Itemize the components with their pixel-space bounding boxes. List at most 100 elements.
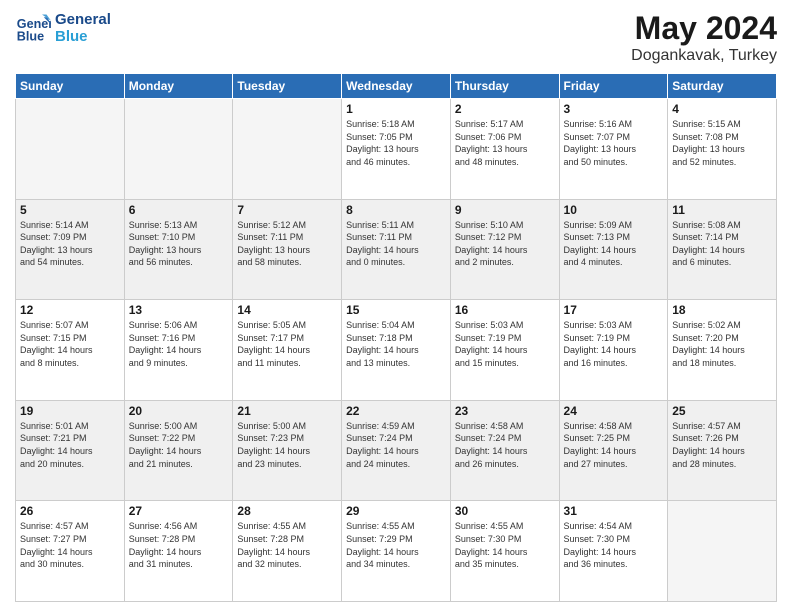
weekday-header-thursday: Thursday	[450, 74, 559, 99]
logo-icon: General Blue	[15, 10, 51, 46]
weekday-header-row: SundayMondayTuesdayWednesdayThursdayFrid…	[16, 74, 777, 99]
calendar-cell: 16 Sunrise: 5:03 AM Sunset: 7:19 PM Dayli…	[450, 300, 559, 401]
day-info: Sunrise: 5:09 AM Sunset: 7:13 PM Dayligh…	[564, 219, 664, 269]
day-number: 29	[346, 504, 446, 518]
calendar-cell: 21 Sunrise: 5:00 AM Sunset: 7:23 PM Dayli…	[233, 400, 342, 501]
svg-text:Blue: Blue	[17, 30, 44, 44]
weekday-header-friday: Friday	[559, 74, 668, 99]
header: General Blue General Blue May 2024 Dogan…	[15, 10, 777, 65]
day-info: Sunrise: 5:00 AM Sunset: 7:22 PM Dayligh…	[129, 420, 229, 470]
weekday-header-tuesday: Tuesday	[233, 74, 342, 99]
day-number: 28	[237, 504, 337, 518]
day-number: 8	[346, 203, 446, 217]
day-info: Sunrise: 4:55 AM Sunset: 7:29 PM Dayligh…	[346, 520, 446, 570]
day-info: Sunrise: 5:12 AM Sunset: 7:11 PM Dayligh…	[237, 219, 337, 269]
calendar-table: SundayMondayTuesdayWednesdayThursdayFrid…	[15, 73, 777, 602]
calendar-cell: 3Sunrise: 5:16 AM Sunset: 7:07 PM Daylig…	[559, 99, 668, 200]
calendar-cell: 22Sunrise: 4:59 AM Sunset: 7:24 PM Dayli…	[342, 400, 451, 501]
calendar-cell: 5 Sunrise: 5:14 AM Sunset: 7:09 PM Daylig…	[16, 199, 125, 300]
day-info: Sunrise: 4:55 AM Sunset: 7:30 PM Dayligh…	[455, 520, 555, 570]
calendar-cell	[124, 99, 233, 200]
day-info: Sunrise: 5:05 AM Sunset: 7:17 PM Dayligh…	[237, 319, 337, 369]
calendar-cell: 4 Sunrise: 5:15 AM Sunset: 7:08 PM Daylig…	[668, 99, 777, 200]
day-number: 9	[455, 203, 555, 217]
day-info: Sunrise: 5:00 AM Sunset: 7:23 PM Dayligh…	[237, 420, 337, 470]
day-info: Sunrise: 4:58 AM Sunset: 7:25 PM Dayligh…	[564, 420, 664, 470]
day-info: Sunrise: 5:01 AM Sunset: 7:21 PM Dayligh…	[20, 420, 120, 470]
calendar-cell: 15 Sunrise: 5:04 AM Sunset: 7:18 PM Dayli…	[342, 300, 451, 401]
calendar-cell: 29 Sunrise: 4:55 AM Sunset: 7:29 PM Dayli…	[342, 501, 451, 602]
logo-text: General Blue	[55, 11, 111, 45]
calendar-cell: 27Sunrise: 4:56 AM Sunset: 7:28 PM Dayli…	[124, 501, 233, 602]
calendar-title: May 2024	[631, 10, 777, 47]
day-info: Sunrise: 5:18 AM Sunset: 7:05 PM Dayligh…	[346, 118, 446, 168]
day-info: Sunrise: 5:10 AM Sunset: 7:12 PM Dayligh…	[455, 219, 555, 269]
day-number: 4	[672, 102, 772, 116]
calendar-cell	[668, 501, 777, 602]
weekday-header-saturday: Saturday	[668, 74, 777, 99]
day-info: Sunrise: 5:06 AM Sunset: 7:16 PM Dayligh…	[129, 319, 229, 369]
calendar-cell: 11 Sunrise: 5:08 AM Sunset: 7:14 PM Dayli…	[668, 199, 777, 300]
day-number: 13	[129, 303, 229, 317]
calendar-cell: 7Sunrise: 5:12 AM Sunset: 7:11 PM Daylig…	[233, 199, 342, 300]
day-number: 21	[237, 404, 337, 418]
calendar-page: General Blue General Blue May 2024 Dogan…	[0, 0, 792, 612]
calendar-cell: 25Sunrise: 4:57 AM Sunset: 7:26 PM Dayli…	[668, 400, 777, 501]
day-number: 26	[20, 504, 120, 518]
day-info: Sunrise: 4:56 AM Sunset: 7:28 PM Dayligh…	[129, 520, 229, 570]
day-info: Sunrise: 4:58 AM Sunset: 7:24 PM Dayligh…	[455, 420, 555, 470]
calendar-cell: 20 Sunrise: 5:00 AM Sunset: 7:22 PM Dayli…	[124, 400, 233, 501]
calendar-cell: 14 Sunrise: 5:05 AM Sunset: 7:17 PM Dayli…	[233, 300, 342, 401]
calendar-cell: 24 Sunrise: 4:58 AM Sunset: 7:25 PM Dayli…	[559, 400, 668, 501]
calendar-cell: 10Sunrise: 5:09 AM Sunset: 7:13 PM Dayli…	[559, 199, 668, 300]
day-number: 6	[129, 203, 229, 217]
day-info: Sunrise: 5:14 AM Sunset: 7:09 PM Dayligh…	[20, 219, 120, 269]
calendar-subtitle: Dogankavak, Turkey	[631, 47, 777, 65]
day-info: Sunrise: 5:15 AM Sunset: 7:08 PM Dayligh…	[672, 118, 772, 168]
calendar-cell	[16, 99, 125, 200]
day-number: 5	[20, 203, 120, 217]
day-info: Sunrise: 4:55 AM Sunset: 7:28 PM Dayligh…	[237, 520, 337, 570]
weekday-header-sunday: Sunday	[16, 74, 125, 99]
day-number: 11	[672, 203, 772, 217]
logo: General Blue General Blue	[15, 10, 111, 46]
day-number: 23	[455, 404, 555, 418]
day-number: 24	[564, 404, 664, 418]
calendar-cell	[233, 99, 342, 200]
calendar-cell: 19Sunrise: 5:01 AM Sunset: 7:21 PM Dayli…	[16, 400, 125, 501]
day-number: 31	[564, 504, 664, 518]
day-number: 15	[346, 303, 446, 317]
calendar-cell: 31 Sunrise: 4:54 AM Sunset: 7:30 PM Dayli…	[559, 501, 668, 602]
day-info: Sunrise: 5:04 AM Sunset: 7:18 PM Dayligh…	[346, 319, 446, 369]
calendar-cell: 2Sunrise: 5:17 AM Sunset: 7:06 PM Daylig…	[450, 99, 559, 200]
calendar-cell: 17Sunrise: 5:03 AM Sunset: 7:19 PM Dayli…	[559, 300, 668, 401]
day-info: Sunrise: 5:13 AM Sunset: 7:10 PM Dayligh…	[129, 219, 229, 269]
calendar-cell: 6 Sunrise: 5:13 AM Sunset: 7:10 PM Daylig…	[124, 199, 233, 300]
calendar-cell: 9 Sunrise: 5:10 AM Sunset: 7:12 PM Daylig…	[450, 199, 559, 300]
calendar-cell: 23 Sunrise: 4:58 AM Sunset: 7:24 PM Dayli…	[450, 400, 559, 501]
week-row-2: 5 Sunrise: 5:14 AM Sunset: 7:09 PM Daylig…	[16, 199, 777, 300]
calendar-cell: 18 Sunrise: 5:02 AM Sunset: 7:20 PM Dayli…	[668, 300, 777, 401]
day-info: Sunrise: 5:03 AM Sunset: 7:19 PM Dayligh…	[455, 319, 555, 369]
day-number: 20	[129, 404, 229, 418]
weekday-header-monday: Monday	[124, 74, 233, 99]
day-number: 30	[455, 504, 555, 518]
day-number: 16	[455, 303, 555, 317]
day-info: Sunrise: 4:54 AM Sunset: 7:30 PM Dayligh…	[564, 520, 664, 570]
week-row-1: 1 Sunrise: 5:18 AM Sunset: 7:05 PM Daylig…	[16, 99, 777, 200]
calendar-cell: 1 Sunrise: 5:18 AM Sunset: 7:05 PM Daylig…	[342, 99, 451, 200]
day-number: 18	[672, 303, 772, 317]
day-info: Sunrise: 5:02 AM Sunset: 7:20 PM Dayligh…	[672, 319, 772, 369]
calendar-cell: 30 Sunrise: 4:55 AM Sunset: 7:30 PM Dayli…	[450, 501, 559, 602]
day-number: 1	[346, 102, 446, 116]
day-info: Sunrise: 5:11 AM Sunset: 7:11 PM Dayligh…	[346, 219, 446, 269]
day-info: Sunrise: 4:57 AM Sunset: 7:26 PM Dayligh…	[672, 420, 772, 470]
day-number: 2	[455, 102, 555, 116]
day-number: 14	[237, 303, 337, 317]
day-info: Sunrise: 5:07 AM Sunset: 7:15 PM Dayligh…	[20, 319, 120, 369]
weekday-header-wednesday: Wednesday	[342, 74, 451, 99]
day-info: Sunrise: 4:59 AM Sunset: 7:24 PM Dayligh…	[346, 420, 446, 470]
title-block: May 2024 Dogankavak, Turkey	[631, 10, 777, 65]
calendar-cell: 13 Sunrise: 5:06 AM Sunset: 7:16 PM Dayli…	[124, 300, 233, 401]
day-info: Sunrise: 5:08 AM Sunset: 7:14 PM Dayligh…	[672, 219, 772, 269]
